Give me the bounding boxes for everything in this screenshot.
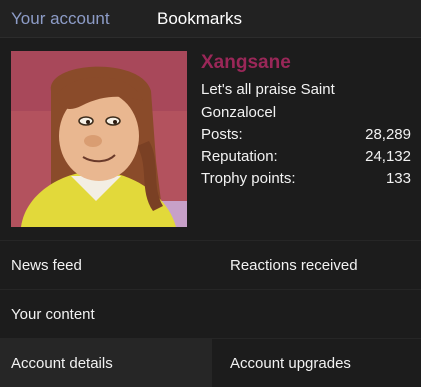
status-text: Let's all praise Saint Gonzalocel [201, 81, 335, 121]
avatar[interactable] [11, 51, 187, 227]
stat-value[interactable]: 133 [386, 168, 411, 190]
profile-card: Xangsane Let's all praise Saint Gonzaloc… [0, 38, 421, 240]
tab-bookmarks[interactable]: Bookmarks [146, 10, 242, 27]
profile-info: Xangsane Let's all praise Saint Gonzaloc… [201, 51, 411, 190]
stat-value[interactable]: 28,289 [365, 124, 411, 146]
menu-item-reactions-received[interactable]: Reactions received [212, 240, 421, 289]
username-link[interactable]: Xangsane [201, 52, 411, 76]
stat-value[interactable]: 24,132 [365, 146, 411, 168]
menu-item-account-upgrades[interactable]: Account upgrades [212, 338, 421, 387]
menu-item-news-feed[interactable]: News feed [0, 240, 212, 289]
stat-label: Trophy points: [201, 170, 296, 187]
tab-your-account[interactable]: Your account [0, 10, 146, 27]
menu-item-account-details[interactable]: Account details [0, 338, 212, 387]
stat-label: Reputation: [201, 148, 278, 165]
stat-posts: Posts: 28,289 [201, 124, 411, 146]
menu-item-empty [212, 289, 421, 338]
account-tabs: Your account Bookmarks [0, 0, 421, 38]
stat-label: Posts: [201, 126, 243, 143]
stat-reputation: Reputation: 24,132 [201, 146, 411, 168]
stat-trophy-points: Trophy points: 133 [201, 168, 411, 190]
menu-item-your-content[interactable]: Your content [0, 289, 212, 338]
user-avatar-image [11, 51, 187, 227]
account-menu: News feed Reactions received Your conten… [0, 240, 421, 387]
